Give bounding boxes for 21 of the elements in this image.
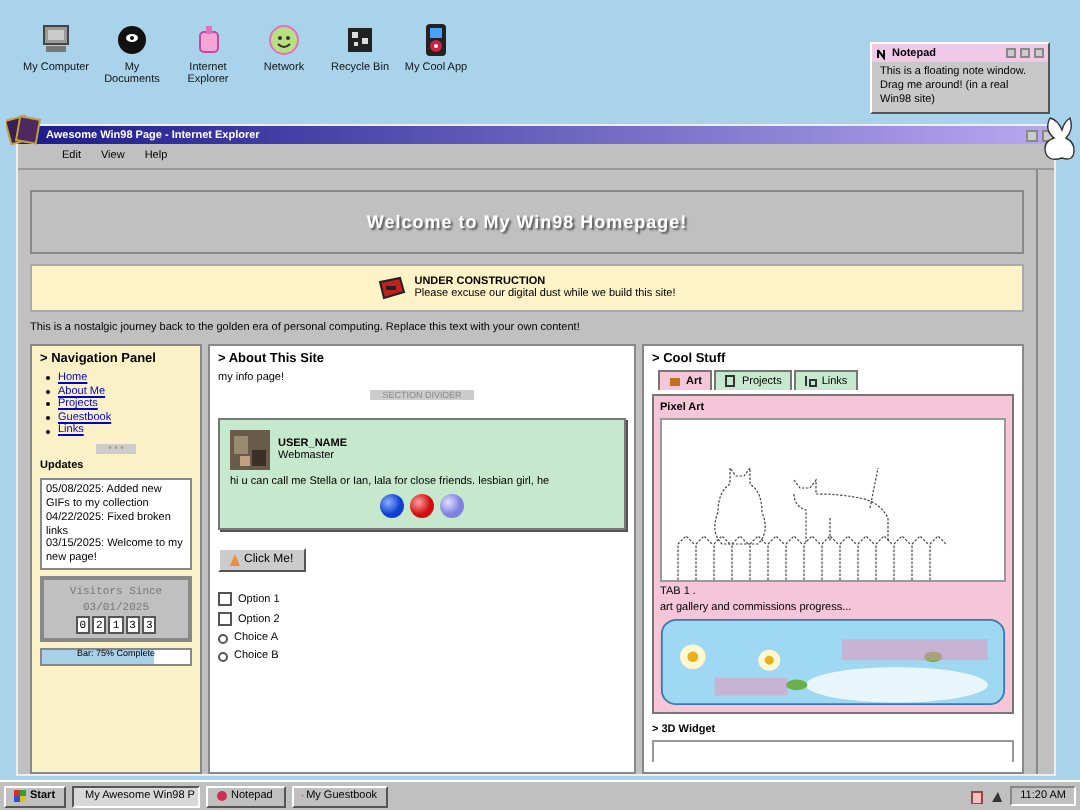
creature-icon[interactable]	[114, 22, 150, 58]
orb-icon	[380, 494, 404, 518]
cards-icon	[6, 114, 42, 146]
checkbox[interactable]	[218, 592, 232, 606]
windows-logo-icon	[14, 790, 26, 802]
computer-icon[interactable]	[38, 22, 74, 58]
construction-icon	[378, 276, 407, 300]
tab-icon	[668, 374, 682, 388]
radio-button[interactable]	[218, 651, 228, 661]
tab-icon	[723, 374, 738, 388]
orb-icon	[440, 494, 464, 518]
orb-icon	[410, 494, 434, 518]
checkered-icon[interactable]	[342, 22, 378, 58]
tab-icon	[803, 374, 818, 388]
notepad-icon	[876, 47, 888, 59]
checkbox[interactable]	[218, 612, 232, 626]
welcome-banner: Welcome to My Win98 Homepage!	[30, 190, 1024, 254]
speaker-icon[interactable]	[990, 789, 1005, 803]
tray-icon[interactable]	[970, 789, 985, 803]
app-icon	[215, 790, 228, 802]
radio-button[interactable]	[218, 633, 228, 643]
